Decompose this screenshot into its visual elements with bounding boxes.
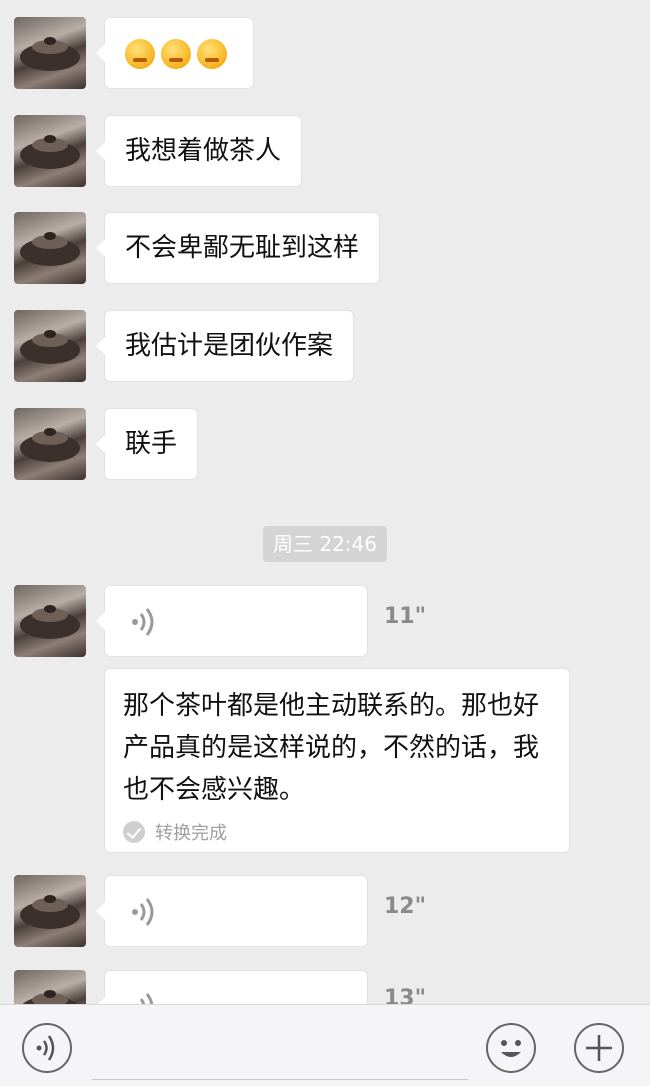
avatar[interactable] [14, 875, 86, 947]
voice-message-bubble[interactable] [96, 875, 368, 947]
check-circle-icon [123, 821, 145, 843]
input-underline [92, 1079, 468, 1080]
avatar[interactable] [14, 310, 86, 382]
voice-transcript-bubble[interactable]: 那个茶叶都是他主动联系的。那也好产品真的是这样说的，不然的话，我也不会感兴趣。 … [104, 668, 570, 853]
transcript-status-label: 转换完成 [155, 823, 227, 844]
avatar[interactable] [14, 212, 86, 284]
message-bubble[interactable]: 我估计是团伙作案 [95, 310, 355, 382]
voice-wave-icon [139, 993, 154, 1004]
transcript-status: 转换完成 [123, 819, 551, 845]
voice-duration: 13" [384, 986, 427, 1004]
voice-wave-icon [132, 898, 154, 926]
smirk-emoji-icon [197, 38, 227, 69]
voice-message-bubble[interactable] [96, 585, 368, 657]
avatar[interactable] [14, 17, 86, 89]
chat-area[interactable]: 我想着做茶人 不会卑鄙无耻到这样 我估计是团伙作案 联手 周三 22:46 11… [0, 0, 650, 1004]
voice-duration: 12" [384, 894, 427, 919]
voice-mode-icon [36, 1035, 55, 1061]
voice-message-bubble[interactable] [96, 970, 368, 1004]
input-toolbar [0, 1004, 650, 1086]
timestamp-label: 周三 22:46 [263, 526, 387, 562]
transcript-text: 那个茶叶都是他主动联系的。那也好产品真的是这样说的，不然的话，我也不会感兴趣。 [123, 691, 540, 805]
message-bubble[interactable]: 我想着做茶人 [95, 115, 303, 187]
avatar[interactable] [14, 408, 86, 480]
message-input[interactable] [92, 1019, 472, 1079]
voice-wave-icon [132, 608, 154, 636]
smirk-emoji-icon [161, 38, 191, 69]
smirk-emoji-icon [125, 38, 155, 69]
avatar[interactable] [14, 970, 86, 1004]
voice-duration: 11" [384, 604, 427, 629]
voice-mode-button[interactable] [22, 1023, 72, 1073]
avatar[interactable] [14, 115, 86, 187]
emoji-icon [501, 1040, 521, 1057]
more-actions-button[interactable] [574, 1023, 624, 1073]
avatar[interactable] [14, 585, 86, 657]
emoji-message-bubble[interactable] [96, 17, 254, 89]
message-bubble[interactable]: 不会卑鄙无耻到这样 [95, 212, 381, 284]
emoji-button[interactable] [486, 1023, 536, 1073]
message-bubble[interactable]: 联手 [95, 408, 199, 480]
plus-icon [586, 1035, 612, 1061]
